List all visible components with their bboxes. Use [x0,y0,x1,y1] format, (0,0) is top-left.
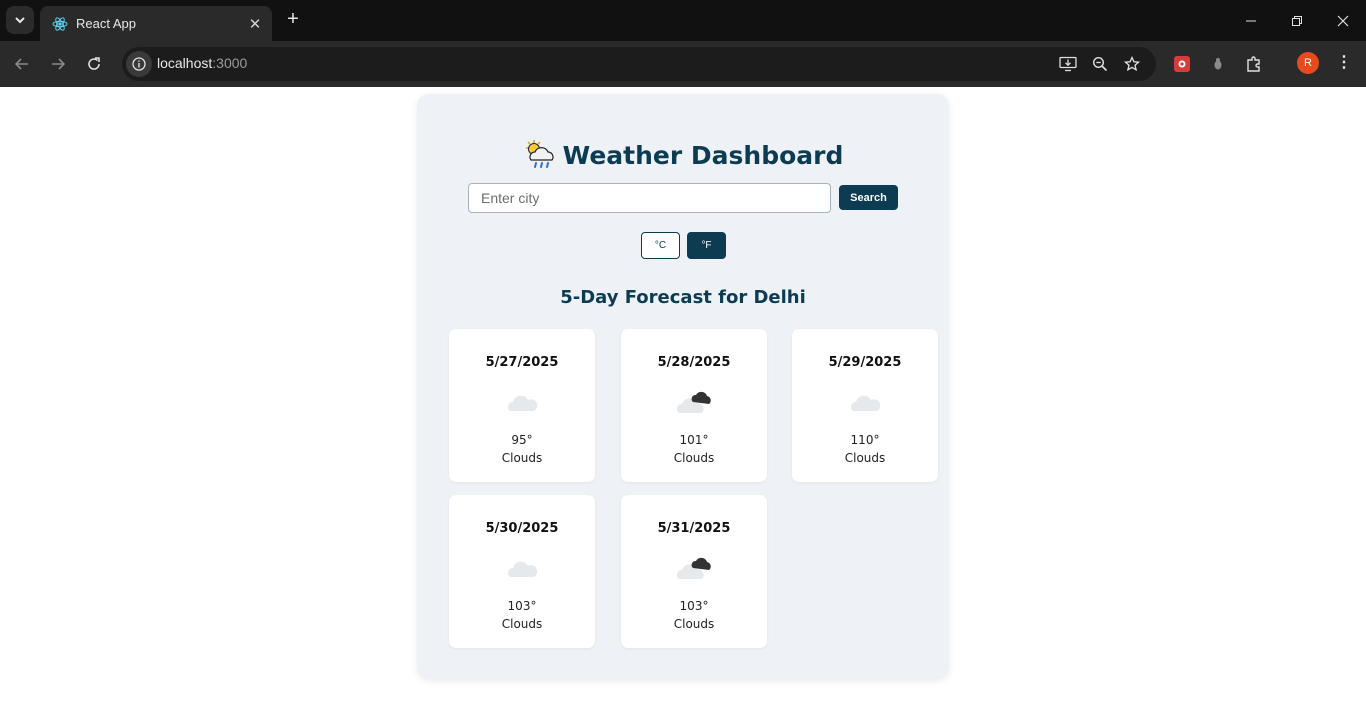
browser-tab-strip: React App ✕ + [0,0,1366,41]
title-row: Weather Dashboard [417,138,949,172]
profile-avatar[interactable]: R [1297,52,1319,74]
restore-button[interactable] [1274,0,1320,41]
forecast-temp: 95° [511,433,533,447]
forecast-desc: Clouds [673,617,715,631]
forecast-desc: Clouds [501,451,543,465]
url-port: :3000 [212,55,248,71]
browser-tab[interactable]: React App ✕ [40,6,272,41]
address-bar[interactable]: localhost:3000 [122,47,1156,81]
forecast-temp: 101° [679,433,709,447]
info-icon [132,57,146,71]
react-logo-icon [52,16,68,31]
celsius-toggle[interactable]: °C [641,232,680,259]
close-icon [1337,15,1349,26]
few-clouds-icon [508,561,538,577]
forecast-desc: Clouds [673,451,715,465]
sun-behind-rain-cloud-icon [525,140,554,168]
few-clouds-icon [508,395,538,411]
forecast-card: 5/27/2025 95° Clouds [449,329,595,482]
zoom-icon[interactable] [1090,54,1110,74]
forecast-date: 5/28/2025 [657,355,731,370]
search-button[interactable]: Search [839,185,898,210]
url-host: localhost [157,55,213,71]
forecast-date: 5/30/2025 [485,521,559,536]
tab-title: React App [76,16,136,31]
tab-search-button[interactable] [6,6,34,34]
install-app-icon[interactable] [1058,54,1078,74]
minimize-icon [1246,20,1256,21]
forecast-desc: Clouds [501,617,543,631]
broken-clouds-icon [677,391,711,413]
extension-red-icon[interactable] [1171,53,1193,75]
dashboard-panel: Weather Dashboard Search °C °F 5-Day For… [417,94,949,679]
reload-icon [88,57,100,70]
forward-button[interactable] [44,50,72,78]
forecast-card: 5/29/2025 110° Clouds [792,329,938,482]
forecast-date: 5/29/2025 [828,355,902,370]
browser-menu-icon[interactable]: ⋮ [1333,52,1355,74]
forecast-temp: 110° [850,433,880,447]
fahrenheit-toggle[interactable]: °F [687,232,726,259]
forecast-date: 5/31/2025 [657,521,731,536]
page-viewport: Weather Dashboard Search °C °F 5-Day For… [0,87,1366,727]
extensions-puzzle-icon[interactable] [1243,53,1265,75]
forecast-temp: 103° [507,599,537,613]
url-text: localhost:3000 [157,55,247,71]
forecast-title: 5-Day Forecast for Delhi [560,287,806,308]
forecast-date: 5/27/2025 [485,355,559,370]
arrow-left-icon [14,58,28,70]
chevron-down-icon [15,17,25,24]
city-search-input[interactable] [468,183,831,213]
new-tab-button[interactable]: + [282,8,304,32]
forecast-card: 5/28/2025 101° Clouds [621,329,767,482]
close-window-button[interactable] [1320,0,1366,41]
forecast-desc: Clouds [844,451,886,465]
site-info-button[interactable] [126,51,152,77]
bookmark-star-icon[interactable] [1122,54,1142,74]
few-clouds-icon [851,395,881,411]
minimize-button[interactable] [1228,0,1274,41]
page-title: Weather Dashboard [562,140,844,170]
restore-icon [1292,15,1302,26]
forecast-card: 5/30/2025 103° Clouds [449,495,595,648]
forecast-temp: 103° [679,599,709,613]
arrow-right-icon [52,58,66,70]
browser-toolbar: localhost:3000 [0,41,1366,87]
tab-close-icon[interactable]: ✕ [246,15,264,33]
back-button[interactable] [8,50,36,78]
broken-clouds-icon [677,557,711,579]
extension-grey-icon[interactable] [1207,53,1229,75]
forecast-card: 5/31/2025 103° Clouds [621,495,767,648]
reload-button[interactable] [80,50,108,78]
